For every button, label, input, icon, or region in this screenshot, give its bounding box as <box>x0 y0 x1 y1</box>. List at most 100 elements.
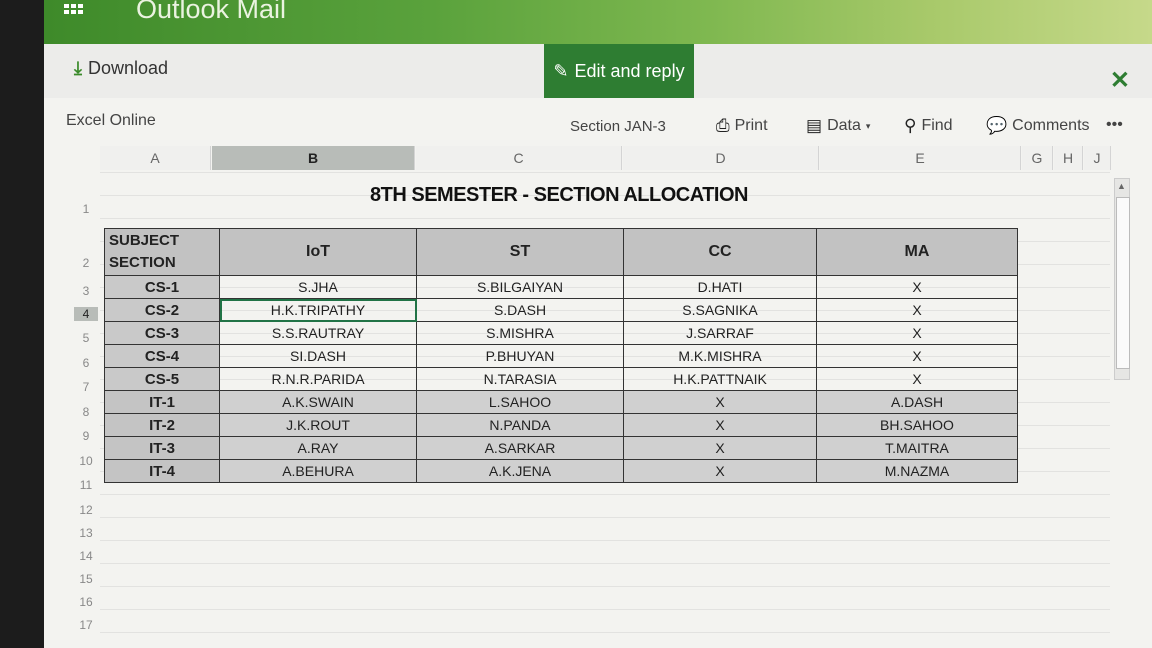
scroll-up-icon[interactable]: ▲ <box>1117 181 1126 191</box>
column-header-g[interactable]: G <box>1022 146 1053 170</box>
table-cell[interactable]: X <box>623 436 817 460</box>
row-header[interactable]: 13 <box>74 526 98 540</box>
close-icon[interactable]: ✕ <box>1110 66 1130 95</box>
table-cell[interactable]: R.N.R.PARIDA <box>219 367 417 391</box>
column-header-e[interactable]: E <box>820 146 1021 170</box>
download-icon: ⤓ <box>74 58 82 78</box>
section-cell[interactable]: IT-4 <box>104 459 220 483</box>
header-cell[interactable]: MA <box>816 228 1018 276</box>
table-cell[interactable]: N.PANDA <box>416 413 624 437</box>
row-header[interactable]: 9 <box>74 429 98 443</box>
comment-icon: 💬 <box>986 116 1008 135</box>
table-cell[interactable]: A.RAY <box>219 436 417 460</box>
table-cell[interactable]: P.BHUYAN <box>416 344 624 368</box>
section-cell[interactable]: CS-1 <box>104 275 220 299</box>
table-cell[interactable]: L.SAHOO <box>416 390 624 414</box>
row-header[interactable]: 16 <box>74 595 98 609</box>
table-cell[interactable]: S.JHA <box>219 275 417 299</box>
header-cell[interactable]: IoT <box>219 228 417 276</box>
edit-and-reply-button[interactable]: ✎ Edit and reply <box>544 44 694 98</box>
table-cell[interactable]: A.DASH <box>816 390 1018 414</box>
table-cell[interactable]: N.TARASIA <box>416 367 624 391</box>
table-cell[interactable]: X <box>623 459 817 483</box>
table-cell[interactable]: SI.DASH <box>219 344 417 368</box>
row-header[interactable]: 11 <box>74 478 98 492</box>
row-header[interactable]: 1 <box>74 202 98 216</box>
table-cell[interactable]: D.HATI <box>623 275 817 299</box>
vertical-scrollbar[interactable]: ▲ <box>1114 178 1130 380</box>
table-cell[interactable]: S.DASH <box>416 298 624 322</box>
table-cell[interactable]: X <box>816 367 1018 391</box>
table-cell[interactable]: X <box>623 413 817 437</box>
section-cell[interactable]: CS-4 <box>104 344 220 368</box>
table-row: CS-1 S.JHA S.BILGAIYAN D.HATI X <box>104 275 1018 299</box>
screen: Outlook Mail ⤓ Download ✎ Edit and reply… <box>44 0 1152 648</box>
section-allocation-table: SUBJECT SECTION IoT ST CC MA CS-1 S.JHA … <box>104 228 1018 483</box>
column-header-d[interactable]: D <box>623 146 819 170</box>
row-header[interactable]: 5 <box>74 331 98 345</box>
table-cell[interactable]: A.K.JENA <box>416 459 624 483</box>
row-header[interactable]: 8 <box>74 405 98 419</box>
table-cell[interactable]: BH.SAHOO <box>816 413 1018 437</box>
data-icon: ▤ <box>806 116 823 135</box>
table-row: CS-3 S.S.RAUTRAY S.MISHRA J.SARRAF X <box>104 321 1018 345</box>
table-cell[interactable]: X <box>816 321 1018 345</box>
data-menu-button[interactable]: ▤ Data ▾ <box>806 116 870 136</box>
table-cell[interactable]: M.K.MISHRA <box>623 344 817 368</box>
table-cell[interactable]: X <box>816 344 1018 368</box>
table-cell[interactable]: X <box>816 275 1018 299</box>
more-options-button[interactable]: ••• <box>1106 116 1123 134</box>
column-header-a[interactable]: A <box>100 146 211 170</box>
table-cell[interactable]: S.BILGAIYAN <box>416 275 624 299</box>
table-cell[interactable]: J.K.ROUT <box>219 413 417 437</box>
table-row: IT-1 A.K.SWAIN L.SAHOO X A.DASH <box>104 390 1018 414</box>
scrollbar-thumb[interactable] <box>1116 197 1130 369</box>
column-header-c[interactable]: C <box>416 146 622 170</box>
table-cell[interactable]: H.K.PATTNAIK <box>623 367 817 391</box>
row-header[interactable]: 15 <box>74 572 98 586</box>
printer-icon: ⎙ <box>716 116 730 135</box>
table-cell[interactable]: S.S.RAUTRAY <box>219 321 417 345</box>
row-header[interactable]: 4 <box>74 307 98 321</box>
table-header-row: SUBJECT SECTION IoT ST CC MA <box>104 228 1018 276</box>
row-header[interactable]: 6 <box>74 356 98 370</box>
chevron-down-icon: ▾ <box>865 120 871 131</box>
row-header[interactable]: 14 <box>74 549 98 563</box>
column-header-h[interactable]: H <box>1054 146 1083 170</box>
subject-section-cell[interactable]: SUBJECT SECTION <box>104 228 220 276</box>
find-button[interactable]: ⚲ Find <box>904 116 953 136</box>
column-header-b[interactable]: B <box>212 146 415 170</box>
column-header-j[interactable]: J <box>1084 146 1111 170</box>
header-cell[interactable]: CC <box>623 228 817 276</box>
download-button[interactable]: ⤓ Download <box>74 58 168 79</box>
table-row: CS-5 R.N.R.PARIDA N.TARASIA H.K.PATTNAIK… <box>104 367 1018 391</box>
section-cell[interactable]: IT-1 <box>104 390 220 414</box>
table-cell[interactable]: X <box>623 390 817 414</box>
print-button[interactable]: ⎙ Print <box>716 116 768 136</box>
section-cell[interactable]: CS-2 <box>104 298 220 322</box>
header-cell[interactable]: ST <box>416 228 624 276</box>
section-cell[interactable]: CS-5 <box>104 367 220 391</box>
comments-button[interactable]: 💬 Comments <box>986 116 1090 136</box>
table-cell[interactable]: A.BEHURA <box>219 459 417 483</box>
row-header[interactable]: 12 <box>74 503 98 517</box>
table-cell[interactable]: A.SARKAR <box>416 436 624 460</box>
row-header[interactable]: 7 <box>74 380 98 394</box>
section-cell[interactable]: IT-2 <box>104 413 220 437</box>
app-launcher-icon[interactable] <box>64 4 84 18</box>
row-header[interactable]: 10 <box>74 454 98 468</box>
section-cell[interactable]: CS-3 <box>104 321 220 345</box>
table-cell[interactable]: T.MAITRA <box>816 436 1018 460</box>
row-header[interactable]: 3 <box>74 284 98 298</box>
table-cell[interactable]: A.K.SWAIN <box>219 390 417 414</box>
section-cell[interactable]: IT-3 <box>104 436 220 460</box>
table-cell[interactable]: M.NAZMA <box>816 459 1018 483</box>
row-header[interactable]: 17 <box>74 618 98 632</box>
row-header[interactable]: 2 <box>74 256 98 270</box>
table-cell[interactable]: S.SAGNIKA <box>623 298 817 322</box>
active-cell[interactable]: H.K.TRIPATHY <box>219 298 417 322</box>
table-cell[interactable]: X <box>816 298 1018 322</box>
table-cell[interactable]: J.SARRAF <box>623 321 817 345</box>
sheet-title[interactable]: 8TH SEMESTER - SECTION ALLOCATION <box>104 184 1014 207</box>
table-cell[interactable]: S.MISHRA <box>416 321 624 345</box>
